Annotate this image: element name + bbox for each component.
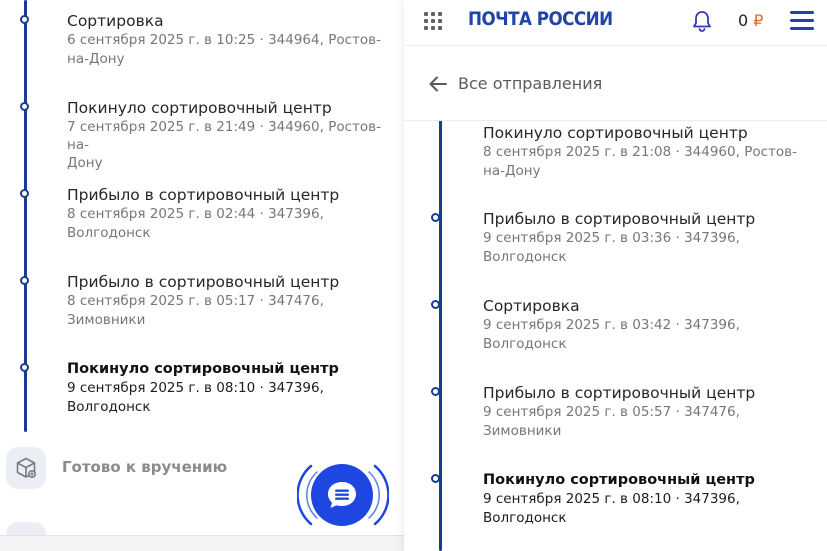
timeline-event: Прибыло в сортировочный центр 8 сентября… [20, 185, 397, 242]
timeline-event: Покинуло сортировочный центр 8 сентября … [483, 123, 813, 180]
event-meta-line2: Волгодонск [483, 248, 567, 265]
event-meta-line2: Дону [67, 155, 103, 171]
event-title: Прибыло в сортировочный центр [483, 384, 756, 402]
event-meta-line1: 7 сентября 2025 г. в 21:49 · 344960, Рос… [67, 119, 381, 153]
timeline-event: Прибыло в сортировочный центр 8 сентября… [20, 272, 397, 329]
bell-icon[interactable] [691, 9, 713, 33]
event-title: Покинуло сортировочный центр [483, 124, 748, 142]
event-meta-line1: 9 сентября 2025 г. в 03:36 · 347396, [483, 230, 740, 246]
points-value: 0 [738, 11, 749, 30]
event-title: Покинуло сортировочный центр [67, 361, 339, 377]
currency-symbol: ₽ [753, 11, 764, 30]
timeline-dot [431, 213, 440, 222]
timeline-event: Сортировка 6 сентября 2025 г. в 10:25 · … [20, 11, 397, 68]
event-meta-line1: 8 сентября 2025 г. в 21:08 · 344960, Рос… [483, 144, 797, 160]
timeline-dot [20, 189, 29, 198]
arrow-left-icon[interactable] [428, 75, 448, 93]
timeline-dot [20, 363, 29, 372]
event-meta-line2: Зимовники [67, 311, 146, 328]
event-title: Покинуло сортировочный центр [67, 99, 332, 117]
event-title: Прибыло в сортировочный центр [483, 210, 756, 228]
timeline-dot [431, 387, 440, 396]
timeline-line [439, 120, 442, 551]
timeline-dot [431, 300, 440, 309]
timeline-dot [20, 102, 29, 111]
bottom-bar [0, 535, 404, 551]
event-meta-line2: Волгодонск [67, 224, 151, 241]
event-meta-line2: на-Дону [483, 162, 541, 179]
timeline-dot [20, 15, 29, 24]
event-meta-line1: 6 сентября 2025 г. в 10:25 · 344964, Рос… [67, 32, 381, 48]
event-meta-line1: 9 сентября 2025 г. в 05:57 · 347476, [483, 404, 740, 420]
timeline-event-current: Покинуло сортировочный центр 9 сентября … [431, 470, 813, 527]
event-meta-line2: Зимовники [483, 422, 562, 439]
left-tracking-panel: Сортировка 6 сентября 2025 г. в 10:25 · … [0, 0, 404, 551]
event-title: Покинуло сортировочный центр [483, 472, 755, 488]
timeline-event: Сортировка 9 сентября 2025 г. в 03:42 · … [431, 296, 813, 353]
all-shipments-link[interactable]: Все отправления [458, 74, 602, 93]
event-meta-line2: Волгодонск [67, 398, 151, 415]
chat-fab[interactable] [297, 454, 389, 534]
timeline-dot [431, 474, 440, 483]
event-meta-line1: 8 сентября 2025 г. в 05:17 · 347476, [67, 293, 324, 309]
points-balance[interactable]: 0 ₽ [738, 11, 763, 30]
event-meta-line2: на-Дону [67, 50, 125, 67]
right-tracking-panel: Покинуло сортировочный центр 8 сентября … [404, 0, 827, 551]
grid-icon[interactable] [424, 12, 442, 30]
event-title: Сортировка [483, 297, 580, 315]
timeline-event: Покинуло сортировочный центр 7 сентября … [20, 98, 397, 173]
parcel-box-icon [6, 447, 46, 489]
event-meta-line1: 9 сентября 2025 г. в 08:10 · 347396, [483, 491, 740, 507]
chat-button[interactable] [311, 464, 373, 526]
back-navigation[interactable]: Все отправления [404, 47, 827, 121]
event-meta-line1: 9 сентября 2025 г. в 08:10 · 347396, [67, 380, 324, 396]
event-meta-line2: Волгодонск [483, 509, 567, 526]
timeline-event-current: Покинуло сортировочный центр 9 сентября … [20, 359, 397, 416]
timeline-event: Прибыло в сортировочный центр 9 сентября… [431, 383, 813, 440]
ready-for-delivery-label: Готово к вручению [62, 458, 228, 476]
event-meta-line1: 9 сентября 2025 г. в 03:42 · 347396, [483, 317, 740, 333]
timeline-dot [20, 276, 29, 285]
event-meta-line2: Волгодонск [483, 335, 567, 352]
chat-icon [328, 482, 356, 508]
timeline-event: Прибыло в сортировочный центр 9 сентября… [431, 209, 813, 266]
event-title: Прибыло в сортировочный центр [67, 186, 340, 204]
event-title: Прибыло в сортировочный центр [67, 273, 340, 291]
menu-icon[interactable] [790, 11, 814, 31]
event-meta-line1: 8 сентября 2025 г. в 02:44 · 347396, [67, 206, 324, 222]
event-title: Сортировка [67, 12, 164, 30]
app-header: ПОЧТА РОССИИ 0 ₽ [404, 0, 827, 46]
logo[interactable]: ПОЧТА РОССИИ [468, 8, 613, 30]
